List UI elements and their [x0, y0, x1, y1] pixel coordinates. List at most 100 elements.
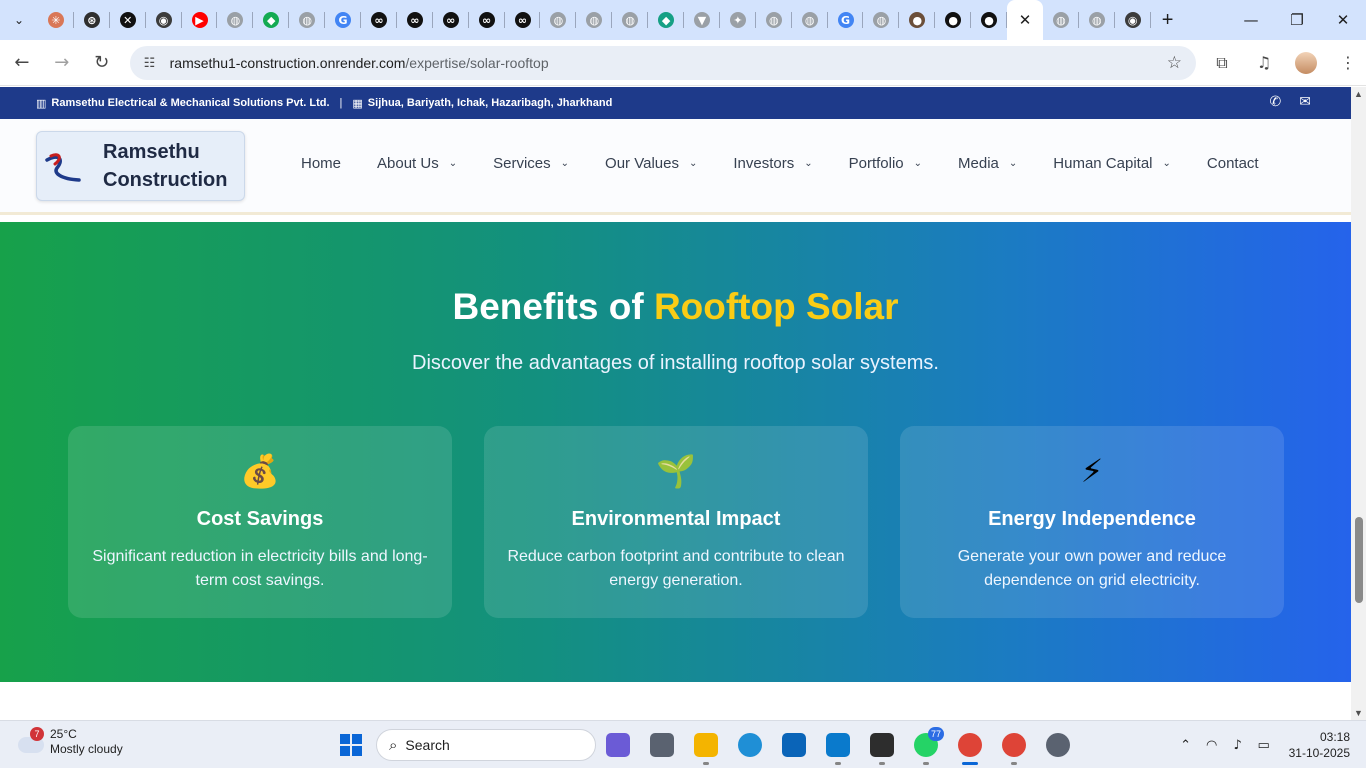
browser-toolbar: ← → ↻ ☷ ramsethu1-construction.onrender.… — [0, 40, 1366, 86]
browser-tab[interactable]: ◍ — [576, 0, 613, 40]
browser-tab[interactable]: ◍ — [756, 0, 792, 40]
task-view-taskbar-button[interactable] — [640, 725, 684, 765]
benefit-card: 💰 Cost Savings Significant reduction in el… — [68, 426, 452, 618]
nav-item-label: Investors — [733, 155, 795, 172]
site-info-icon[interactable]: ☷ — [144, 55, 160, 71]
url-text[interactable]: ramsethu1-construction.onrender.com/expe… — [170, 55, 549, 71]
brand-logo-link[interactable]: Ramsethu Construction — [36, 131, 245, 201]
vscode-taskbar-button[interactable] — [816, 725, 860, 765]
browser-tab[interactable]: ▶ — [182, 0, 218, 40]
weather-widget[interactable]: 7 25°C Mostly cloudy — [16, 727, 123, 757]
browser-tab[interactable]: ● — [899, 0, 936, 40]
scroll-up-icon[interactable]: ▲ — [1354, 89, 1363, 99]
whatsapp-taskbar-button[interactable]: 77 — [904, 725, 948, 765]
browser-tab[interactable]: ∞ — [433, 0, 469, 40]
taskbar-search[interactable]: ⌕ Search — [376, 729, 596, 761]
browser-tab[interactable]: ◍ — [863, 0, 900, 40]
nav-item-investors[interactable]: Investors ⌄ — [733, 155, 812, 172]
browser-tab[interactable]: ◆ — [648, 0, 685, 40]
browser-tab[interactable]: ◉ — [1115, 0, 1151, 40]
browser-tab[interactable]: ∞ — [469, 0, 505, 40]
browser-tab[interactable]: ◍ — [612, 0, 649, 40]
clock[interactable]: 03:18 31-10-2025 — [1289, 729, 1350, 761]
media-controls-icon[interactable]: ♫ — [1246, 45, 1282, 81]
browser-tab[interactable]: ∞ — [397, 0, 433, 40]
browser-tab[interactable]: ◉ — [146, 0, 182, 40]
globe-icon: ◍ — [873, 12, 890, 28]
nav-item-contact[interactable]: Contact — [1207, 155, 1259, 172]
copilot-app-taskbar-button[interactable] — [596, 725, 640, 765]
browser-tab[interactable]: ◍ — [289, 0, 326, 40]
browser-tab[interactable]: ◍ — [217, 0, 254, 40]
browser-tab[interactable]: G — [828, 0, 864, 40]
browser-tab[interactable]: ◍ — [540, 0, 577, 40]
close-tab-icon[interactable]: ✕ — [1019, 11, 1032, 29]
company-location: Sijhua, Bariyath, Ichak, Hazaribagh, Jha… — [367, 97, 613, 109]
brand-logo-icon — [45, 153, 81, 182]
benefits-section: Benefits of Rooftop Solar Discover the a… — [0, 222, 1351, 682]
chrome-profile-taskbar-button[interactable] — [992, 725, 1036, 765]
browser-tab[interactable]: ◍ — [1079, 0, 1115, 40]
minimize-button[interactable]: — — [1228, 0, 1274, 40]
file-explorer-taskbar-button[interactable] — [684, 725, 728, 765]
notification-count-badge: 77 — [928, 727, 944, 741]
browser-tab[interactable]: ◆ — [253, 0, 290, 40]
menu-kebab-icon[interactable]: ⋮ — [1330, 45, 1366, 81]
browser-tab[interactable]: ● — [935, 0, 972, 40]
bookmark-star-icon[interactable]: ☆ — [1167, 53, 1182, 73]
chrome-icon: ◉ — [1124, 12, 1141, 28]
mail-icon[interactable]: ✉ — [1299, 94, 1311, 110]
browser-tab[interactable]: ✕ — [110, 0, 146, 40]
close-window-button[interactable]: ✕ — [1320, 0, 1366, 40]
battery-icon[interactable]: ▭ — [1251, 738, 1277, 753]
plus-icon: + — [1161, 8, 1174, 31]
volume-icon[interactable]: ♪ — [1225, 738, 1251, 753]
start-button[interactable] — [334, 725, 368, 765]
new-tab-button[interactable]: + — [1151, 0, 1185, 40]
profile-button[interactable] — [1288, 45, 1324, 81]
nav-item-media[interactable]: Media ⌄ — [958, 155, 1017, 172]
chevron-up-icon[interactable]: ⌃ — [1173, 738, 1199, 753]
tab-list: ✳ ⊛ ✕ ◉ ▶ ◍ ◆ ◍ G ∞ ∞ ∞ ∞ ∞ ◍ ◍ ◍ ◆ ▼ ✦ ◍ ◍ G ◍ ● ● ● ✕ ◍ ◍ ◉ — [38, 0, 1151, 40]
back-button[interactable]: ← — [4, 45, 40, 81]
chrome-taskbar-button[interactable] — [948, 725, 992, 765]
pinned-apps: 77 — [596, 725, 1080, 765]
extensions-icon[interactable]: ⧉ — [1204, 45, 1240, 81]
restore-button[interactable]: ❐ — [1274, 0, 1320, 40]
browser-tab[interactable]: ▼ — [684, 0, 720, 40]
running-indicator — [923, 762, 929, 765]
x-icon: ✕ — [119, 12, 136, 28]
wifi-icon[interactable]: ◠ — [1199, 738, 1225, 753]
scrollbar-thumb[interactable] — [1355, 517, 1363, 603]
nav-item-services[interactable]: Services ⌄ — [493, 155, 569, 172]
reload-button[interactable]: ↻ — [84, 45, 120, 81]
browser-tab[interactable]: ● — [971, 0, 1008, 40]
tab-search-button[interactable]: ⌄ — [0, 0, 38, 40]
nav-item-portfolio[interactable]: Portfolio ⌄ — [849, 155, 922, 172]
browser-tab[interactable]: ✳ — [38, 0, 74, 40]
active-browser-tab[interactable]: ✕ — [1007, 0, 1043, 40]
browser-tab[interactable]: ⊛ — [74, 0, 110, 40]
browser-tab[interactable]: ◍ — [1043, 0, 1079, 40]
main-menu: Home About Us ⌄ Services ⌄ Our Values ⌄ Investo… — [301, 155, 1295, 172]
browser-tab[interactable]: ∞ — [361, 0, 397, 40]
outlook-taskbar-button[interactable] — [772, 725, 816, 765]
terminal-taskbar-button[interactable] — [860, 725, 904, 765]
phone-icon[interactable]: ✆ — [1270, 94, 1282, 110]
browser-tab[interactable]: ◍ — [792, 0, 828, 40]
forward-button[interactable]: → — [44, 45, 80, 81]
benefit-card-title: Environmental Impact — [571, 508, 781, 530]
page-scrollbar[interactable]: ▲ ▼ — [1351, 87, 1366, 720]
browser-tab[interactable]: G — [325, 0, 362, 40]
browser-tab[interactable]: ∞ — [505, 0, 541, 40]
chevron-down-icon: ⌄ — [688, 158, 698, 169]
nav-item-our-values[interactable]: Our Values ⌄ — [605, 155, 697, 172]
address-bar[interactable]: ☷ ramsethu1-construction.onrender.com/ex… — [129, 45, 1196, 80]
edge-taskbar-button[interactable] — [728, 725, 772, 765]
browser-tab[interactable]: ✦ — [720, 0, 756, 40]
nav-item-home[interactable]: Home — [301, 155, 341, 172]
settings-taskbar-button[interactable] — [1036, 725, 1080, 765]
scroll-down-icon[interactable]: ▼ — [1354, 708, 1363, 718]
nav-item-human-capital[interactable]: Human Capital ⌄ — [1053, 155, 1171, 172]
nav-item-about-us[interactable]: About Us ⌄ — [377, 155, 457, 172]
